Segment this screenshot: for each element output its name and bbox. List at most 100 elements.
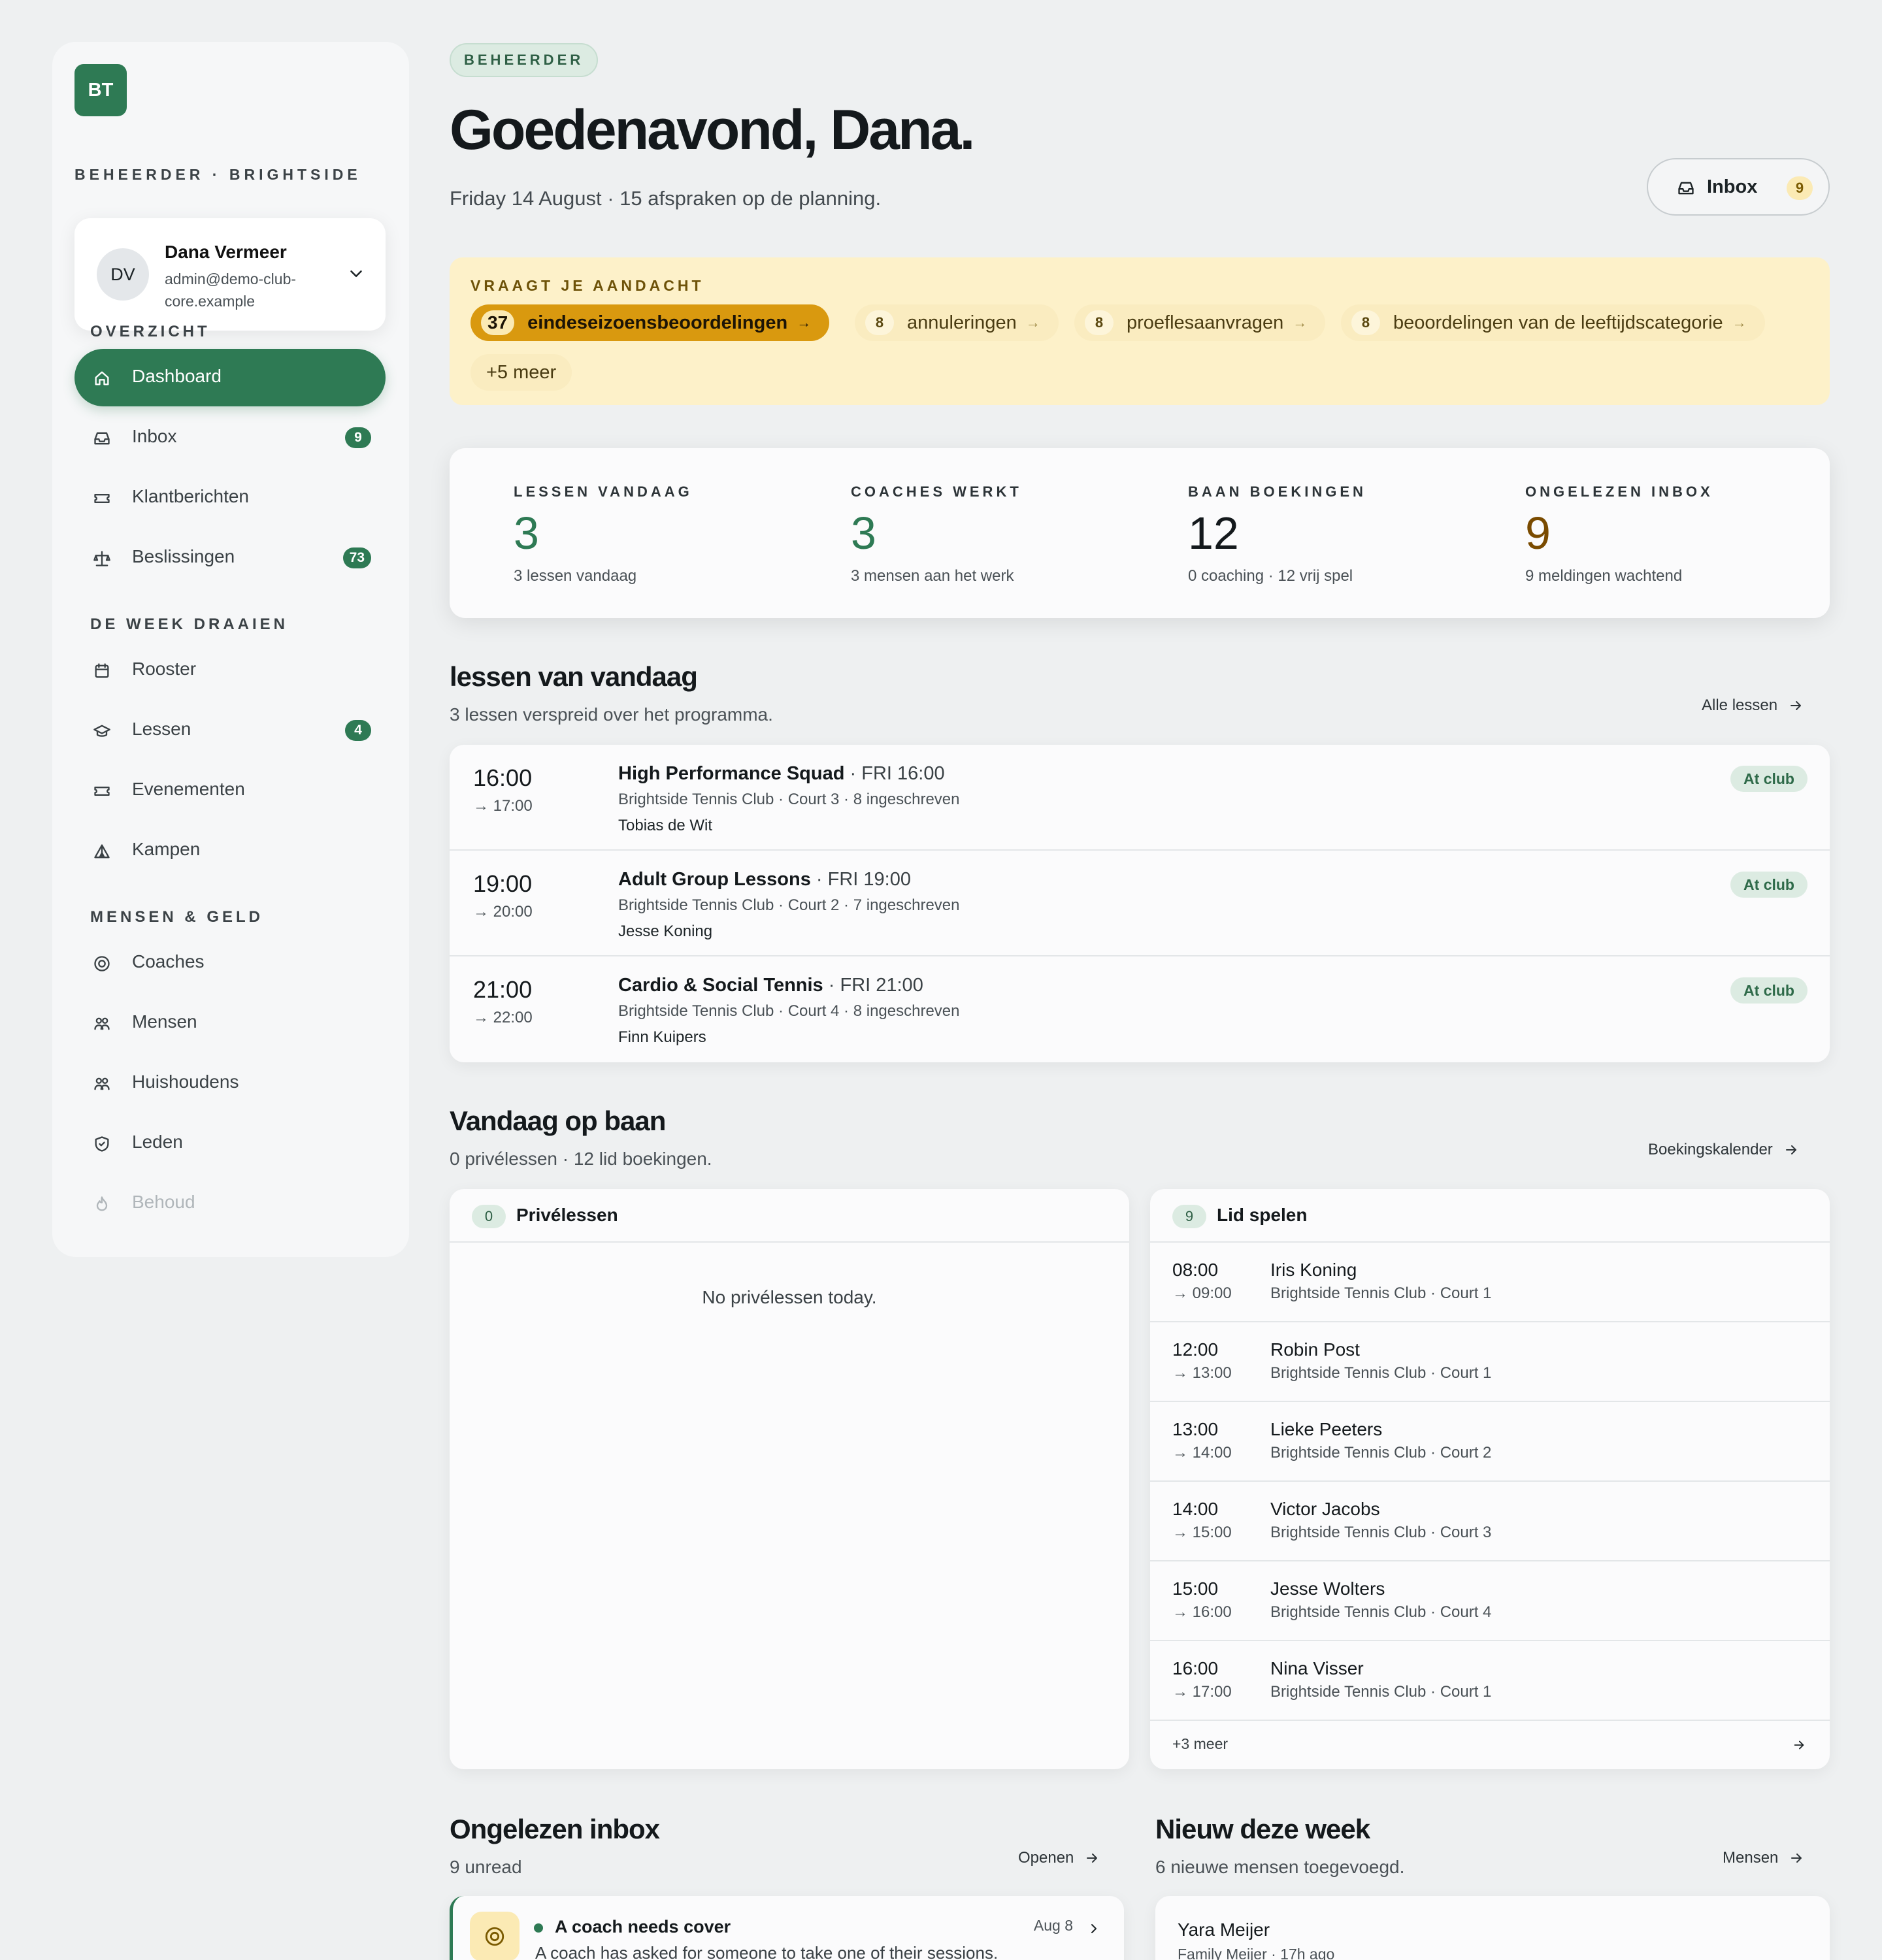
open-inbox-link[interactable]: Openen [1018,1849,1100,1867]
person-name: Yara Meijer [1178,1919,1270,1940]
sidebar-item-evenementen[interactable]: Evenementen [74,762,386,819]
sidebar-item-leden[interactable]: Leden [74,1115,386,1172]
attention-chip-annuleringen[interactable]: 8 annuleringen → [855,304,1059,341]
target-icon [93,955,111,973]
lesson-meta: Brightside Tennis Club · Court 4 · 8 ing… [618,1002,960,1020]
booking-row[interactable]: 12:00 → 13:00 Robin Post Brightside Tenn… [1150,1322,1830,1402]
chevron-right-icon [1086,1921,1102,1936]
brand-logo[interactable]: BT [74,64,127,116]
lesson-end-time: → 22:00 [473,1009,533,1026]
booking-court: Brightside Tennis Club · Court 2 [1270,1444,1492,1462]
booking-row[interactable]: 13:00 → 14:00 Lieke Peeters Brightside T… [1150,1402,1830,1482]
app-root: BT BEHEERDER · BRIGHTSIDE DV Dana Vermee… [0,0,1882,1960]
people-icon [93,1075,111,1093]
booking-row[interactable]: 14:00 → 15:00 Victor Jacobs Brightside T… [1150,1482,1830,1561]
panel-title: Privélessen [516,1205,618,1225]
booking-court: Brightside Tennis Club · Court 3 [1270,1524,1492,1541]
sidebar-item-inbox[interactable]: Inbox 9 [74,409,386,466]
bookings-more-row[interactable]: +3 meer [1150,1721,1830,1769]
sidebar-item-klantberichten[interactable]: Klantberichten [74,469,386,527]
booking-row[interactable]: 16:00 → 17:00 Nina Visser Brightside Ten… [1150,1641,1830,1721]
badge-count: 73 [342,547,371,568]
stat-ongelezen-inbox: ONGELEZEN INBOX 9 9 meldingen wachtend [1525,483,1839,585]
link-label: Openen [1018,1849,1074,1867]
lesson-slot: · FRI 21:00 [823,975,923,996]
booking-end: → 09:00 [1172,1284,1232,1302]
booking-start: 08:00 [1172,1260,1219,1280]
private-lessons-panel: 0 Privélessen No privélessen today. [450,1189,1129,1769]
lesson-row[interactable]: 16:00 → 17:00 High Performance Squad · F… [450,745,1830,851]
booking-row[interactable]: 08:00 → 09:00 Iris Koning Brightside Ten… [1150,1243,1830,1322]
stat-coaches-werkt: COACHES WERKT 3 3 mensen aan het werk [851,483,1164,585]
sidebar-item-mensen[interactable]: Mensen [74,994,386,1052]
attention-more-button[interactable]: +5 meer [470,354,572,391]
lesson-start-time: 16:00 [473,764,533,791]
booking-end: → 14:00 [1172,1444,1232,1462]
sidebar-item-beslissingen[interactable]: Beslissingen 73 [74,529,386,587]
arrow-right-icon: → [1293,314,1308,331]
inbox-count-badge: 9 [1787,176,1813,200]
booking-court: Brightside Tennis Club · Court 1 [1270,1364,1492,1382]
sidebar-item-label: Leden [132,1132,183,1152]
stats-panel: LESSEN VANDAAG 3 3 lessen vandaag COACHE… [450,448,1830,618]
message-date: Aug 8 [1033,1917,1073,1934]
graduation-icon [93,722,111,740]
sidebar-item-coaches[interactable]: Coaches [74,934,386,992]
new-week-title: Nieuw deze week [1155,1814,1370,1844]
people-link[interactable]: Mensen [1723,1849,1804,1867]
booking-start: 16:00 [1172,1658,1219,1678]
message-body: A coach has asked for someone to take on… [535,1943,999,1960]
lesson-meta: Brightside Tennis Club · Court 3 · 8 ing… [618,791,960,808]
arrow-right-icon: → [1025,314,1040,331]
panel-title: Lid spelen [1217,1205,1308,1225]
sidebar-item-label: Beslissingen [132,546,235,566]
lessons-list: 16:00 → 17:00 High Performance Squad · F… [450,745,1830,1062]
ticket-icon [93,489,111,508]
panel-header: 0 Privélessen [450,1189,1129,1243]
arrow-right-icon [1791,701,1802,710]
lesson-end-time: → 20:00 [473,903,533,921]
lesson-title: Cardio & Social Tennis · FRI 21:00 [618,975,923,996]
sidebar-item-rooster[interactable]: Rooster [74,642,386,699]
sidebar-item-label: Kampen [132,839,201,859]
inbox-button[interactable]: Inbox 9 [1647,158,1830,216]
status-badge: At club [1730,977,1808,1004]
sidebar-item-huishoudens[interactable]: Huishoudens [74,1054,386,1112]
booking-calendar-link[interactable]: Boekingskalender [1648,1141,1799,1159]
status-badge: At club [1730,872,1808,898]
sidebar-item-lessen[interactable]: Lessen 4 [74,702,386,759]
attention-chip-beoordelingen[interactable]: 8 beoordelingen van de leeftijdscategori… [1341,304,1765,341]
attention-chip-eindeseizoen[interactable]: 37 eindeseizoensbeoordelingen → [470,304,830,341]
attention-panel: VRAAGT JE AANDACHT 37 eindeseizoensbeoor… [450,257,1830,405]
lesson-name: Adult Group Lessons [618,869,811,890]
user-switcher[interactable]: DV Dana Vermeer admin@demo-club-core.exa… [74,218,386,331]
sidebar-item-label: Klantberichten [132,486,250,506]
lesson-row[interactable]: 21:00 → 22:00 Cardio & Social Tennis · F… [450,956,1830,1062]
sidebar-item-behoud[interactable]: Behoud [74,1175,386,1232]
booking-row[interactable]: 15:00 → 16:00 Jesse Wolters Brightside T… [1150,1561,1830,1641]
stat-sub: 9 meldingen wachtend [1525,567,1683,585]
lesson-meta: Brightside Tennis Club · Court 2 · 7 ing… [618,896,960,914]
booking-end: → 17:00 [1172,1683,1232,1701]
stat-sub: 0 coaching · 12 vrij spel [1188,567,1353,585]
new-person-card[interactable]: Yara Meijer Family Meijer · 17h ago [1155,1896,1830,1960]
message-title: A coach needs cover [555,1917,731,1936]
attention-chip-proeflesaanvragen[interactable]: 8 proeflesaanvragen → [1074,304,1326,341]
chip-label: beoordelingen van de leeftijdscategorie [1393,312,1723,333]
person-meta: Family Meijer · 17h ago [1178,1946,1335,1960]
booking-start: 14:00 [1172,1499,1219,1519]
calendar-icon [93,662,111,680]
inbox-message-card[interactable]: A coach needs cover A coach has asked fo… [450,1896,1124,1960]
sidebar-item-dashboard[interactable]: Dashboard [74,349,386,406]
home-icon [93,369,111,387]
booking-name: Lieke Peeters [1270,1419,1383,1439]
booking-end: → 16:00 [1172,1603,1232,1621]
empty-state: No privélessen today. [702,1287,877,1307]
all-lessons-link[interactable]: Alle lessen [1702,696,1804,715]
sidebar-item-kampen[interactable]: Kampen [74,822,386,879]
lesson-row[interactable]: 19:00 → 20:00 Adult Group Lessons · FRI … [450,851,1830,956]
lesson-coach: Finn Kuipers [618,1028,706,1046]
user-email: admin@demo-club-core.example [165,270,297,310]
booking-name: Nina Visser [1270,1658,1364,1678]
badge-count: 9 [345,427,371,448]
